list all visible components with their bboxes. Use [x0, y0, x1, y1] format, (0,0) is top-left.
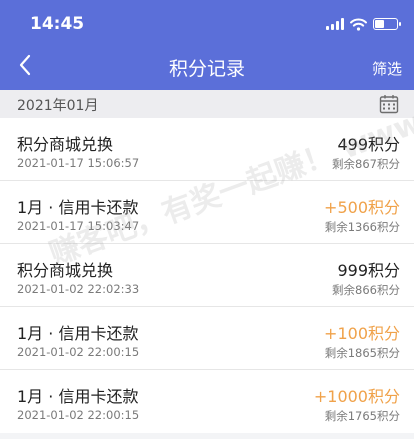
record-time: 2021-01-02 22:02:33 — [17, 282, 140, 296]
list-item[interactable]: 积分商城兑换 2021-01-02 22:02:33 999积分 剩余866积分 — [0, 244, 414, 307]
list-item[interactable]: 1月 · 信用卡还款 2021-01-02 22:00:15 +1000积分 剩… — [0, 370, 414, 433]
header: 14:45 积分记录 筛选 — [0, 0, 414, 90]
calendar-icon[interactable] — [379, 94, 399, 114]
list-item[interactable]: 积分商城兑换 2021-01-17 15:06:57 499积分 剩余867积分 — [0, 118, 414, 181]
record-time: 2021-01-17 15:06:57 — [17, 156, 140, 170]
record-title: 1月 · 信用卡还款 — [17, 387, 139, 406]
list-item[interactable]: 1月 · 信用卡还款 2021-01-02 22:00:15 +100积分 剩余… — [0, 307, 414, 370]
page-title: 积分记录 — [168, 58, 245, 80]
record-balance: 剩余867积分 — [332, 157, 400, 171]
record-title: 1月 · 信用卡还款 — [17, 324, 139, 343]
record-balance: 剩余866积分 — [332, 283, 400, 297]
record-points: +500积分 — [324, 198, 400, 217]
record-time: 2021-01-17 15:03:47 — [17, 219, 140, 233]
signal-icon — [326, 18, 344, 30]
records-list: 积分商城兑换 2021-01-17 15:06:57 499积分 剩余867积分… — [0, 118, 414, 433]
battery-icon — [373, 18, 401, 30]
list-item[interactable]: 1月 · 信用卡还款 2021-01-17 15:03:47 +500积分 剩余… — [0, 181, 414, 244]
filter-button[interactable]: 筛选 — [372, 58, 402, 79]
record-title: 1月 · 信用卡还款 — [17, 198, 139, 217]
status-time: 14:45 — [30, 14, 85, 34]
record-points: 499积分 — [337, 135, 400, 154]
record-balance: 剩余1865积分 — [324, 346, 400, 360]
record-title: 积分商城兑换 — [17, 261, 114, 280]
record-time: 2021-01-02 22:00:15 — [17, 345, 140, 359]
record-points: +1000积分 — [313, 387, 400, 406]
record-points: 999积分 — [337, 261, 400, 280]
month-bar: 2021年01月 — [0, 90, 414, 118]
record-balance: 剩余1765积分 — [324, 409, 400, 423]
record-points: +100积分 — [324, 324, 400, 343]
record-time: 2021-01-02 22:00:15 — [17, 408, 140, 422]
month-label: 2021年01月 — [17, 98, 99, 114]
record-title: 积分商城兑换 — [17, 135, 114, 154]
status-icons — [326, 16, 401, 32]
record-balance: 剩余1366积分 — [324, 220, 400, 234]
wifi-icon — [350, 18, 367, 31]
